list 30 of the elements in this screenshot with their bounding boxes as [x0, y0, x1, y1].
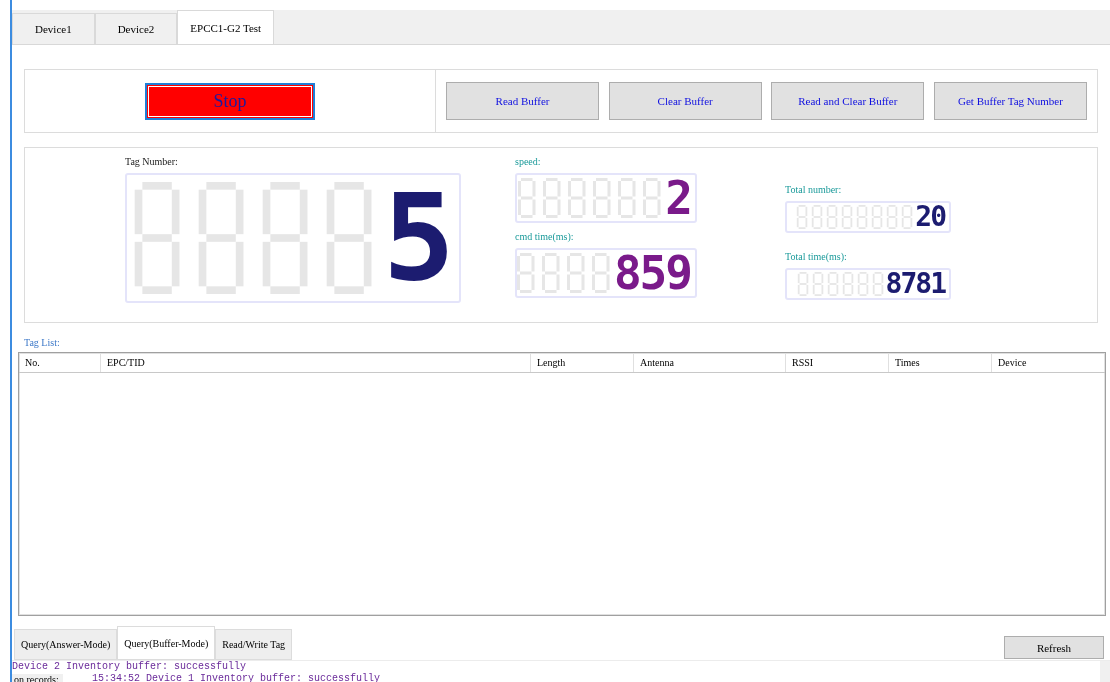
- column-header[interactable]: Times: [889, 353, 992, 372]
- column-header[interactable]: Device: [992, 353, 1105, 372]
- tag-list-label: Tag List:: [24, 337, 61, 348]
- column-header[interactable]: RSSI: [786, 353, 889, 372]
- column-header[interactable]: EPC/TID: [101, 353, 531, 372]
- tab[interactable]: Query(Buffer-Mode): [117, 626, 216, 660]
- buffer-button[interactable]: Read and Clear Buffer: [771, 82, 925, 120]
- buffer-button[interactable]: Get Buffer Tag Number: [933, 82, 1087, 120]
- display-label: Total number:: [785, 184, 843, 195]
- display-value: 859: [613, 250, 691, 296]
- buffer-button[interactable]: Read Buffer: [446, 82, 599, 120]
- tab[interactable]: Read/Write Tag: [215, 629, 293, 660]
- display-label: cmd time(ms):: [515, 231, 575, 242]
- buffer-button[interactable]: Clear Buffer: [608, 82, 762, 120]
- log-line: Device 2 Inventory buffer: successfully: [12, 661, 247, 673]
- display-value: 20: [915, 203, 945, 231]
- display-value: 2: [665, 175, 691, 221]
- column-header[interactable]: Antenna: [634, 353, 786, 372]
- display-label: speed:: [515, 156, 542, 167]
- display-value: 5: [382, 178, 455, 298]
- tab[interactable]: EPCC1-G2 Test: [177, 10, 275, 44]
- tab[interactable]: Device2: [94, 13, 178, 44]
- column-header[interactable]: No.: [19, 353, 101, 372]
- display-label: Total time(ms):: [785, 251, 848, 262]
- tab[interactable]: Device1: [12, 13, 95, 44]
- display-label: Tag Number:: [125, 156, 179, 167]
- tab[interactable]: Query(Answer-Mode): [14, 629, 118, 660]
- column-header[interactable]: Length: [531, 353, 634, 372]
- display-value: 8781: [885, 270, 945, 298]
- refresh-button[interactable]: Refresh: [1004, 636, 1104, 659]
